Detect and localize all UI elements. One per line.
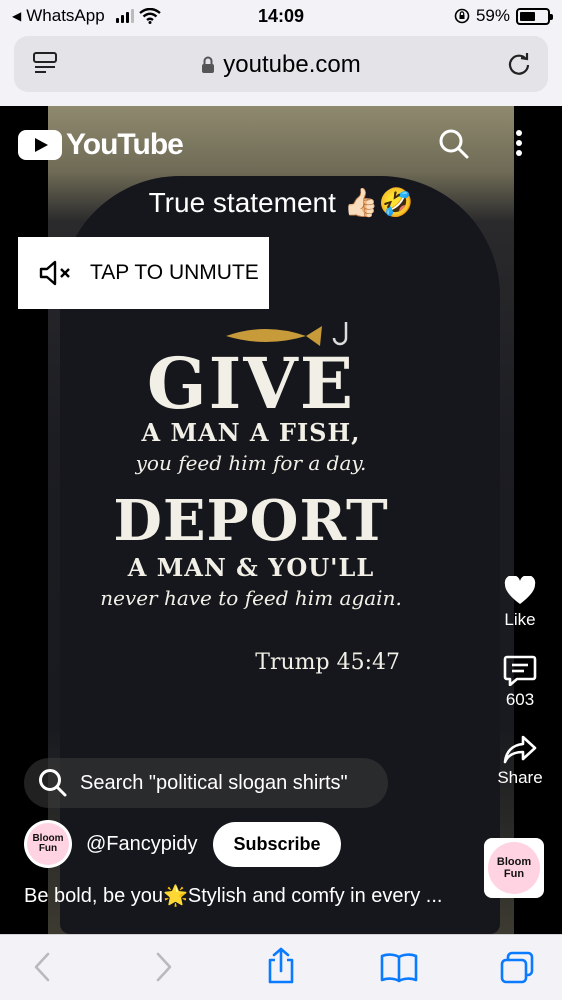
heart-icon	[504, 576, 536, 604]
search-suggestion-icon	[39, 769, 67, 797]
more-options-icon[interactable]	[514, 128, 524, 158]
status-bar: ◀ WhatsApp 14:09 59%	[0, 0, 562, 34]
shirt-line-2: A MAN A FISH,	[141, 418, 361, 447]
browser-top-bar: youtube.com	[0, 34, 562, 106]
share-button[interactable]: Share	[488, 734, 552, 788]
video-caption: True statement 👍🏻🤣	[148, 187, 414, 218]
comments-count: 603	[505, 690, 535, 709]
share-arrow-icon	[503, 735, 537, 764]
lock-icon	[202, 56, 215, 73]
back-chevron-icon[interactable]	[32, 951, 52, 983]
avatar-logo-text: Bloom Fun	[27, 823, 69, 865]
shirt-line-3: you feed him for a day.	[135, 451, 367, 475]
sound-thumbnail[interactable]: Bloom Fun	[484, 838, 544, 898]
comments-button[interactable]: 603	[488, 654, 552, 710]
side-actions: Like 603 Share	[488, 576, 552, 812]
muted-speaker-icon	[39, 260, 70, 286]
shirt-line-4: DEPORT	[113, 488, 389, 554]
search-suggestion-chip[interactable]: Search "political slogan shirts"	[24, 758, 388, 808]
shirt-graphic: GIVE A MAN A FISH, you feed him for a da…	[96, 306, 406, 675]
shirt-line-6: never have to feed him again.	[100, 586, 402, 610]
unmute-label: TAP TO UNMUTE	[90, 261, 259, 284]
shorts-player[interactable]: GIVE A MAN A FISH, you feed him for a da…	[0, 106, 562, 934]
video-description[interactable]: Be bold, be you🌟Stylish and comfy in eve…	[24, 883, 464, 908]
sound-thumbnail-logo: Bloom Fun	[488, 842, 540, 894]
url-display[interactable]: youtube.com	[14, 51, 548, 79]
share-icon[interactable]	[265, 947, 297, 985]
browser-toolbar	[0, 934, 562, 1000]
address-bar[interactable]: youtube.com	[14, 36, 548, 92]
shirt-line-5: A MAN & YOU'LL	[127, 553, 375, 582]
like-label: Like	[504, 610, 536, 629]
battery-icon	[516, 7, 553, 25]
comment-icon	[503, 655, 537, 686]
battery-percent: 59%	[475, 6, 510, 25]
search-icon[interactable]	[438, 128, 470, 160]
channel-row: Bloom Fun @Fancypidy Subscribe	[24, 820, 341, 868]
bookmarks-icon[interactable]	[380, 951, 418, 983]
tap-to-unmute-button[interactable]: TAP TO UNMUTE	[18, 237, 269, 309]
youtube-wordmark: YouTube	[66, 128, 184, 161]
search-suggestion-text: Search "political slogan shirts"	[80, 771, 348, 794]
forward-chevron-icon[interactable]	[154, 951, 174, 983]
channel-avatar[interactable]: Bloom Fun	[24, 820, 72, 868]
youtube-logo[interactable]: YouTube	[18, 128, 184, 162]
shirt-line-1: GIVE	[146, 342, 356, 425]
channel-name[interactable]: @Fancypidy	[86, 833, 197, 856]
like-button[interactable]: Like	[488, 576, 552, 630]
tabs-icon[interactable]	[499, 951, 535, 985]
reload-icon[interactable]	[506, 51, 532, 77]
shirt-line-7: Trump 45:47	[255, 650, 400, 675]
url-text: youtube.com	[223, 51, 361, 78]
youtube-play-icon	[18, 130, 62, 160]
share-label: Share	[497, 768, 543, 787]
orientation-lock-icon	[454, 8, 470, 24]
subscribe-button[interactable]: Subscribe	[213, 821, 341, 867]
